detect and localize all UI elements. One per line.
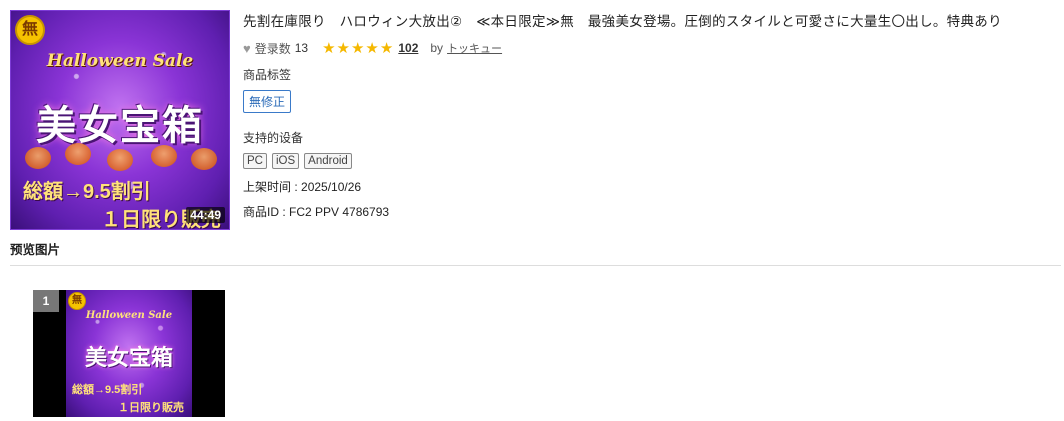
duration-badge: 44:49 (186, 207, 225, 223)
device-android: Android (304, 153, 352, 169)
rating-count-link[interactable]: 102 (398, 41, 418, 55)
preview-heading: 预览图片 (10, 243, 61, 257)
preview-image-item[interactable]: 無 Halloween Sale 美女宝箱 総額→9.5割引 １日限り販売 1 (33, 290, 225, 417)
device-pc: PC (243, 153, 267, 169)
product-page: 無 Halloween Sale 美女宝箱 総額→9.5割引 １日限り販売 44… (0, 0, 1064, 421)
heart-icon[interactable]: ♥ (243, 41, 251, 56)
registered-count: 13 (294, 41, 309, 55)
preview-title: 美女宝箱 (84, 345, 173, 370)
product-meta: ♥ 登录数 13 ★★★★★ 102 by トッキュー (243, 39, 1058, 57)
author-link[interactable]: トッキュー (447, 40, 502, 56)
by-label: by (430, 41, 444, 55)
pumpkin-decoration (11, 143, 229, 173)
uncensored-badge: 無 (15, 15, 45, 45)
product-id-info: 商品ID : FC2 PPV 4786793 (243, 203, 1058, 220)
thumbnail-sale-text: Halloween Sale (46, 51, 194, 71)
preview-sale-text: Halloween Sale (85, 310, 173, 321)
divider (10, 265, 1061, 266)
release-label: 上架时间 : (243, 180, 298, 194)
preview-image[interactable]: 無 Halloween Sale 美女宝箱 総額→9.5割引 １日限り販売 (66, 290, 192, 417)
device-ios: iOS (271, 153, 300, 169)
preview-discount-text: 総額→9.5割引 (72, 384, 143, 396)
release-date: 2025/10/26 (301, 180, 362, 194)
product-thumbnail[interactable]: 無 Halloween Sale 美女宝箱 総額→9.5割引 １日限り販売 44… (10, 10, 230, 230)
thumbnail-discount-text: 総額→9.5割引 (23, 181, 151, 203)
product-id-label: 商品ID : (243, 205, 286, 219)
product-title[interactable]: 先割在庫限り ハロウィン大放出② ≪本日限定≫無 最強美女登場。圧倒的スタイルと… (243, 12, 1058, 32)
preview-number-badge: 1 (33, 290, 59, 312)
devices-label: 支持的设备 (243, 131, 304, 145)
device-list: PC iOS Android (243, 153, 1058, 169)
release-info: 上架时间 : 2025/10/26 (243, 178, 1058, 195)
tags-label: 商品标签 (243, 68, 292, 82)
star-rating-icon: ★★★★★ (322, 40, 395, 57)
uncensored-badge: 無 (68, 292, 86, 310)
registered-label: 登录数 (254, 41, 291, 56)
tag-uncensored[interactable]: 無修正 (243, 90, 292, 113)
product-id-value: FC2 PPV 4786793 (289, 205, 390, 219)
preview-limited-text: １日限り販売 (118, 402, 184, 414)
product-info: 先割在庫限り ハロウィン大放出② ≪本日限定≫無 最強美女登場。圧倒的スタイルと… (243, 12, 1058, 220)
